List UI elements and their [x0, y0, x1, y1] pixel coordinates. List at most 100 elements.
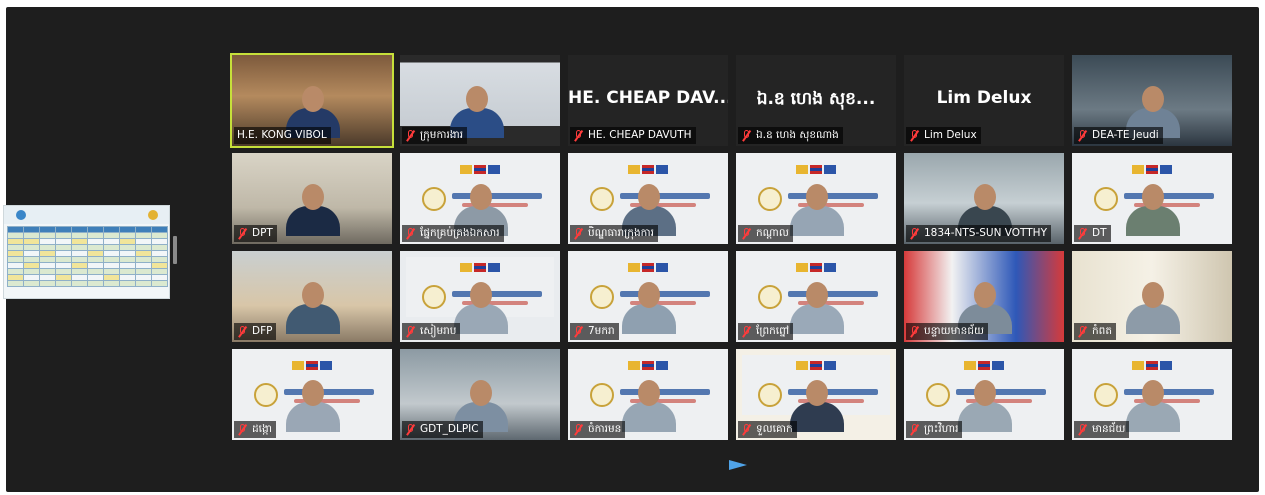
- participant-name: បិណ្ឌធារាក្រុងការ: [588, 227, 654, 239]
- shared-screen-thumbnail[interactable]: [3, 205, 170, 299]
- participant-tile[interactable]: HE. CHEAP DAV... HE. CHEAP DAVUTH: [568, 55, 728, 146]
- participant-display-name: ឯ.ឧ ហេង សុខ...: [756, 89, 876, 109]
- participant-tile[interactable]: 7មករា: [568, 251, 728, 342]
- participant-name: ឯ.ឧ ហេង សុខណាង: [756, 129, 839, 141]
- mic-muted-icon: [909, 129, 920, 142]
- seal-icon: [147, 210, 158, 220]
- participant-name: DFP: [252, 325, 273, 337]
- participant-tile[interactable]: DEA-TE Jeudi: [1072, 55, 1232, 146]
- mic-muted-icon: [741, 129, 752, 142]
- participant-tile[interactable]: DFP: [232, 251, 392, 342]
- mic-muted-icon: [909, 325, 920, 338]
- participant-figure: [622, 380, 676, 432]
- participant-tile[interactable]: DT: [1072, 153, 1232, 244]
- participant-name: បន្ទាយមានជ័យ: [924, 325, 984, 337]
- mic-muted-icon: [909, 227, 920, 240]
- participant-tile[interactable]: ឯ.ឧ ហេង សុខ... ឯ.ឧ ហេង សុខណាង: [736, 55, 896, 146]
- participant-tile[interactable]: ចំការមន: [568, 349, 728, 440]
- participant-figure: [454, 184, 508, 236]
- participant-tile[interactable]: ផ្នែកគ្រប់គ្រងឯកសារ: [400, 153, 560, 244]
- participant-name-label: DPT: [234, 225, 277, 242]
- participant-tile[interactable]: មានជ័យ: [1072, 349, 1232, 440]
- participant-tile[interactable]: H.E. KONG VIBOL: [230, 53, 394, 148]
- mic-muted-icon: [237, 325, 248, 338]
- participant-figure: [958, 380, 1012, 432]
- participant-tile[interactable]: DPT: [232, 153, 392, 244]
- mic-muted-icon: [237, 227, 248, 240]
- mic-muted-icon: [1077, 325, 1088, 338]
- participant-tile[interactable]: GDT_DLPIC: [400, 349, 560, 440]
- participant-name: DT: [1092, 227, 1107, 239]
- participant-name: សៀមរាប: [420, 325, 457, 337]
- participant-name-label: 1834-NTS-SUN VOTTHY: [906, 225, 1051, 242]
- participant-name: DEA-TE Jeudi: [1092, 129, 1159, 141]
- participant-figure: [1126, 86, 1180, 138]
- participant-figure: [790, 380, 844, 432]
- participant-name: ព្រែកព្នៅ: [756, 325, 790, 337]
- participant-name: HE. CHEAP DAVUTH: [588, 129, 692, 141]
- next-page-arrow-icon[interactable]: [729, 460, 747, 470]
- mic-muted-icon: [405, 423, 416, 436]
- participant-name: កំពត: [1092, 325, 1112, 337]
- participant-name: DPT: [252, 227, 273, 239]
- participant-tile[interactable]: បិណ្ឌធារាក្រុងការ: [568, 153, 728, 244]
- participant-name-label: GDT_DLPIC: [402, 421, 483, 438]
- participant-name: 1834-NTS-SUN VOTTHY: [924, 227, 1047, 239]
- mic-muted-icon: [741, 423, 752, 436]
- mic-muted-icon: [741, 227, 752, 240]
- participant-figure: [1126, 282, 1180, 334]
- participant-name: H.E. KONG VIBOL: [237, 129, 327, 141]
- participant-name-label: ទួលគោក: [738, 421, 797, 438]
- participant-tile[interactable]: សៀមរាប: [400, 251, 560, 342]
- participant-tile[interactable]: បន្ទាយមានជ័យ: [904, 251, 1064, 342]
- shared-screen-table: [7, 226, 168, 287]
- participant-name-label: ចំការមន: [570, 421, 626, 438]
- participant-tile[interactable]: Lim Delux Lim Delux: [904, 55, 1064, 146]
- participant-name-label: ក្រុមការងារ: [402, 127, 468, 144]
- participant-figure: [450, 86, 504, 138]
- participant-tile[interactable]: កណ្តាល: [736, 153, 896, 244]
- participant-tile[interactable]: កំពត: [1072, 251, 1232, 342]
- participant-gallery: H.E. KONG VIBOL ក្រុមការងារ HE. CHEAP DAV.…: [230, 53, 1234, 444]
- participant-name-label: 7មករា: [570, 323, 619, 340]
- participant-name: GDT_DLPIC: [420, 423, 479, 435]
- participant-tile[interactable]: ដង្កោ: [232, 349, 392, 440]
- mic-muted-icon: [1077, 423, 1088, 436]
- participant-name: ព្រះវិហារ: [924, 423, 959, 435]
- participant-figure: [790, 282, 844, 334]
- participant-figure: [286, 184, 340, 236]
- mic-muted-icon: [1077, 129, 1088, 142]
- participant-display-name: Lim Delux: [936, 88, 1032, 108]
- participant-tile[interactable]: ក្រុមការងារ: [400, 55, 560, 146]
- participant-figure: [286, 282, 340, 334]
- participant-name-label: ដង្កោ: [234, 421, 276, 438]
- participant-name-label: សៀមរាប: [402, 323, 461, 340]
- participant-figure: [790, 184, 844, 236]
- participant-tile[interactable]: 1834-NTS-SUN VOTTHY: [904, 153, 1064, 244]
- participant-name-label: ព្រះវិហារ: [906, 421, 963, 438]
- participant-figure: [286, 86, 340, 138]
- participant-figure: [1126, 184, 1180, 236]
- participant-name: ផ្នែកគ្រប់គ្រងឯកសារ: [420, 227, 500, 239]
- shared-screen-header: [4, 206, 169, 224]
- mic-muted-icon: [1077, 227, 1088, 240]
- participant-name-label: DT: [1074, 225, 1111, 242]
- participant-figure: [286, 380, 340, 432]
- participant-name-label: កំពត: [1074, 323, 1116, 340]
- participant-figure: [454, 380, 508, 432]
- mic-muted-icon: [909, 423, 920, 436]
- participant-name-label: DEA-TE Jeudi: [1074, 127, 1163, 144]
- participant-name: មានជ័យ: [1092, 423, 1126, 435]
- participant-name: ដង្កោ: [252, 423, 272, 435]
- mic-muted-icon: [573, 423, 584, 436]
- participant-name: ទួលគោក: [756, 423, 793, 435]
- participant-name-label: ឯ.ឧ ហេង សុខណាង: [738, 127, 843, 144]
- participant-tile[interactable]: ព្រះវិហារ: [904, 349, 1064, 440]
- participant-tile[interactable]: ទួលគោក: [736, 349, 896, 440]
- participant-figure: [454, 282, 508, 334]
- mic-muted-icon: [405, 325, 416, 338]
- participant-tile[interactable]: ព្រែកព្នៅ: [736, 251, 896, 342]
- mic-muted-icon: [237, 423, 248, 436]
- participant-name-label: HE. CHEAP DAVUTH: [570, 127, 696, 144]
- panel-splitter-handle[interactable]: [173, 236, 177, 264]
